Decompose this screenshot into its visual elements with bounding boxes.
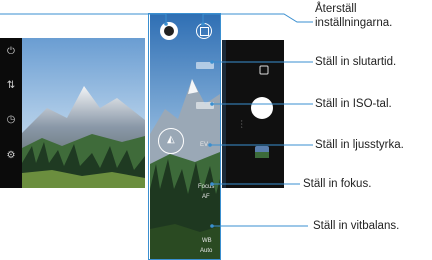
callout-shutter: Ställ in slutartid.: [315, 56, 397, 68]
callout-white-balance: Ställ in vitbalans.: [313, 220, 400, 232]
callout-reset-line2: inställningarna.: [315, 17, 393, 29]
callout-brightness: Ställ in ljusstyrka.: [315, 139, 404, 151]
callout-iso: Ställ in ISO-tal.: [315, 98, 392, 110]
callout-reset-line1: Återställ: [315, 3, 357, 15]
callout-reset: Återställ inställningarna.: [315, 2, 392, 30]
callout-focus: Ställ in fokus.: [303, 178, 372, 190]
